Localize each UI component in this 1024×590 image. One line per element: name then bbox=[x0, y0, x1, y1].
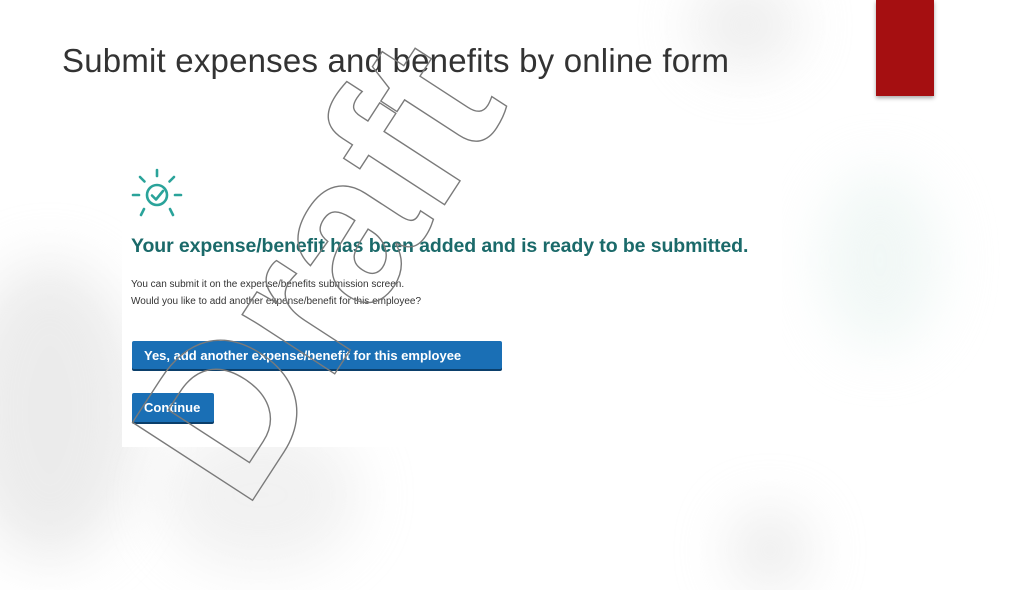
add-another-button[interactable]: Yes, add another expense/benefit for thi… bbox=[132, 341, 502, 369]
confirmation-heading: Your expense/benefit has been added and … bbox=[131, 235, 749, 257]
background-blob bbox=[730, 510, 810, 590]
slide-title: Submit expenses and benefits by online f… bbox=[62, 42, 730, 79]
confirmation-panel: Your expense/benefit has been added and … bbox=[122, 155, 782, 447]
sun-check-icon bbox=[130, 167, 184, 221]
question-text: Would you like to add another expense/be… bbox=[131, 296, 421, 307]
background-blob bbox=[820, 170, 940, 350]
continue-button[interactable]: Continue bbox=[132, 393, 214, 422]
background-blob bbox=[0, 260, 140, 560]
info-text: You can submit it on the expense/benefit… bbox=[131, 279, 405, 290]
accent-bar bbox=[876, 0, 934, 96]
